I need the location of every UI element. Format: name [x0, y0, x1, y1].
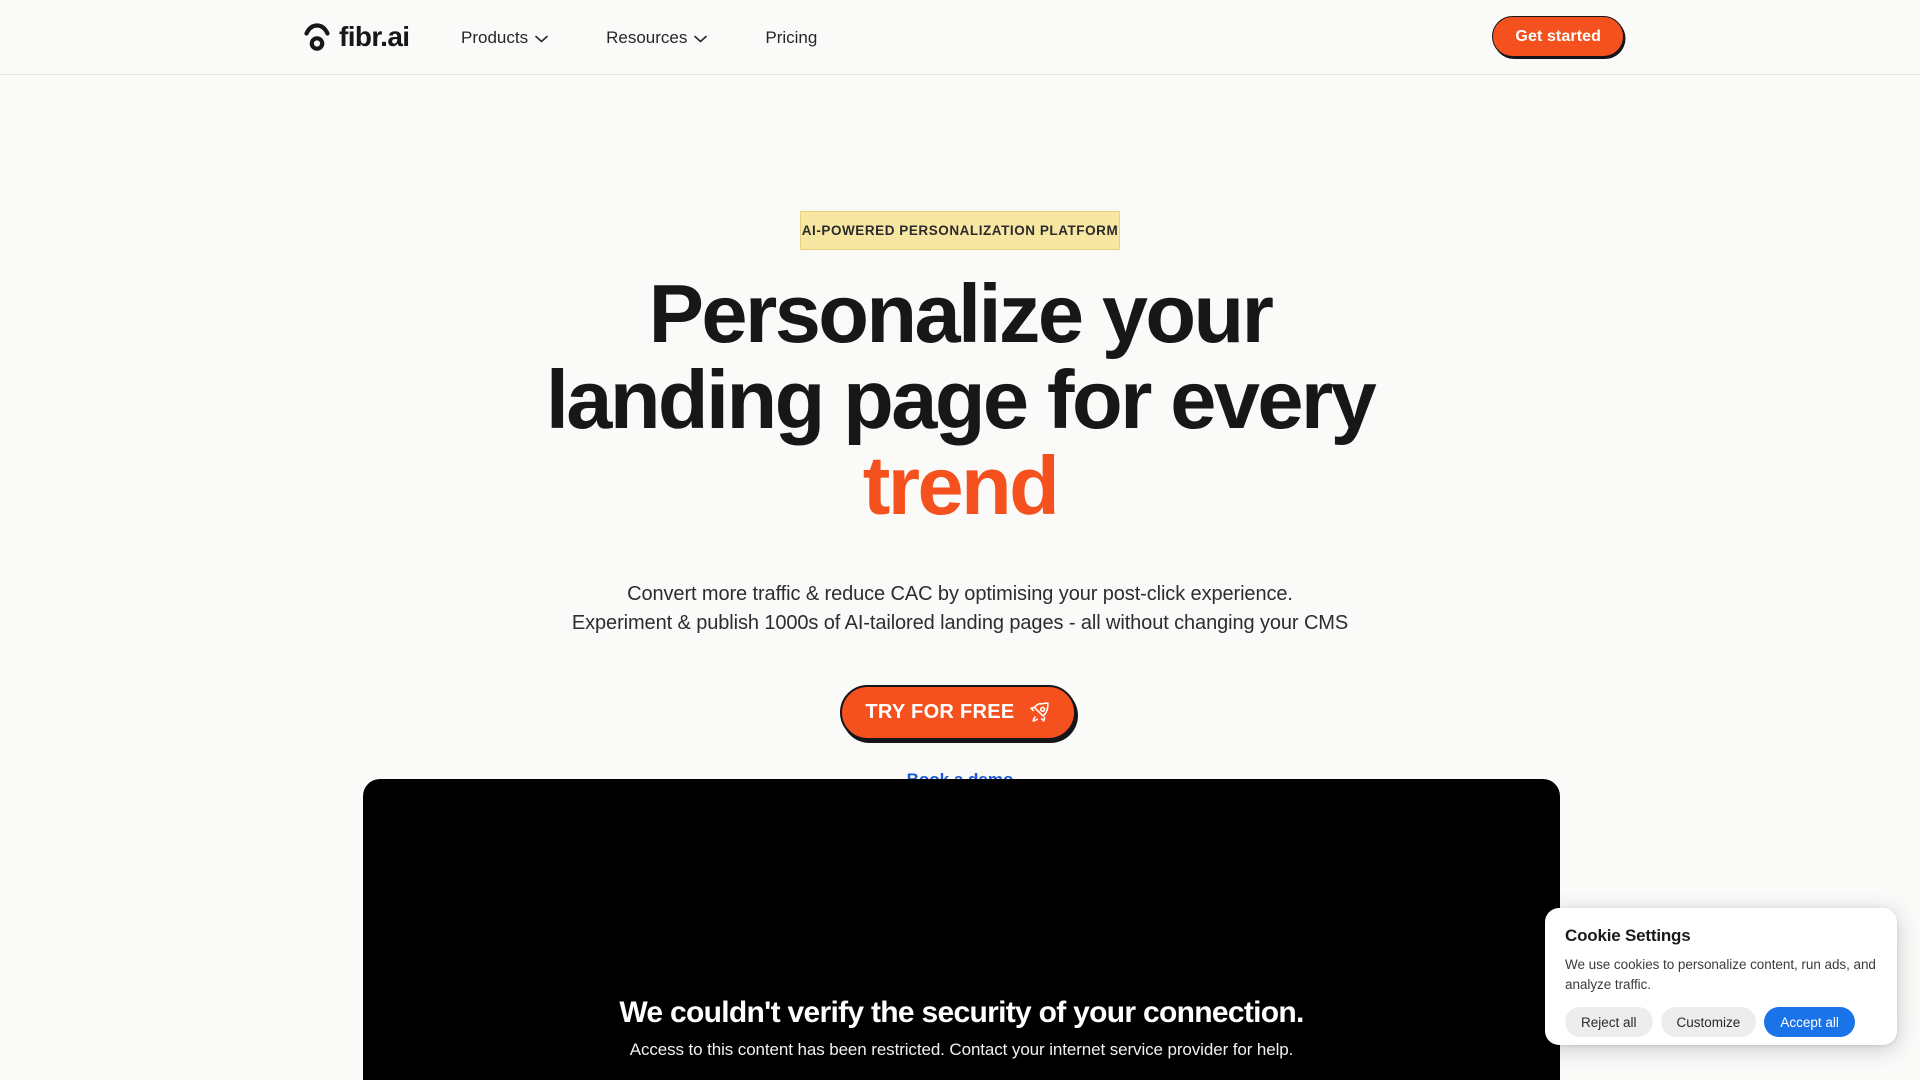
embedded-content-panel: We couldn't verify the security of your …	[363, 779, 1560, 1080]
chevron-down-icon	[694, 32, 708, 43]
headline-accent-word: trend	[862, 439, 1060, 532]
panel-error-subtitle: Access to this content has been restrict…	[629, 1040, 1294, 1059]
subtitle-line-1: Convert more traffic & reduce CAC by opt…	[627, 583, 1293, 605]
nav-item-products[interactable]: Products	[461, 29, 548, 46]
cookie-banner-body: We use cookies to personalize content, r…	[1565, 957, 1876, 992]
nav-item-label: Pricing	[765, 28, 818, 47]
panel-error-title: We couldn't verify the security of your …	[619, 996, 1304, 1029]
nav-item-resources[interactable]: Resources	[606, 28, 708, 47]
nav-item-label: Resources	[606, 28, 688, 47]
site-header: fibr.ai Products Resources Pricing Get s…	[0, 0, 1920, 75]
primary-nav: Products Resources Pricing	[461, 0, 817, 75]
headline-line-2: landing page for every	[545, 353, 1377, 446]
hero-subtitle: Convert more traffic & reduce CAC by opt…	[0, 580, 1920, 637]
headline-line-1: Personalize your	[648, 267, 1274, 360]
chevron-down-icon	[535, 32, 548, 43]
logo-text: fibr.ai	[339, 21, 410, 52]
status-badge-label: AI-POWERED PERSONALIZATION PLATFORM	[801, 223, 1119, 238]
rocket-icon	[1028, 701, 1051, 724]
logo[interactable]: fibr.ai	[304, 22, 410, 52]
customize-button[interactable]: Customize	[1660, 1007, 1757, 1037]
fibr-logo-icon	[304, 22, 330, 52]
cookie-banner-actions: Reject all Customize Accept all	[1565, 1007, 1855, 1037]
get-started-button[interactable]: Get started	[1492, 16, 1624, 57]
nav-item-pricing[interactable]: Pricing	[765, 29, 817, 46]
reject-all-button[interactable]: Reject all	[1565, 1007, 1653, 1037]
cookie-settings-banner: Cookie Settings We use cookies to person…	[1545, 908, 1897, 1045]
nav-item-label: Products	[461, 28, 529, 47]
accept-all-button[interactable]: Accept all	[1764, 1007, 1855, 1037]
page-title: Personalize your landing page for every …	[0, 271, 1920, 529]
status-badge: AI-POWERED PERSONALIZATION PLATFORM	[800, 211, 1120, 250]
try-for-free-label: TRY FOR FREE	[865, 701, 1015, 723]
try-for-free-button[interactable]: TRY FOR FREE	[840, 685, 1076, 740]
cookie-banner-title: Cookie Settings	[1565, 926, 1691, 945]
subtitle-line-2: Experiment & publish 1000s of AI-tailore…	[571, 611, 1349, 634]
